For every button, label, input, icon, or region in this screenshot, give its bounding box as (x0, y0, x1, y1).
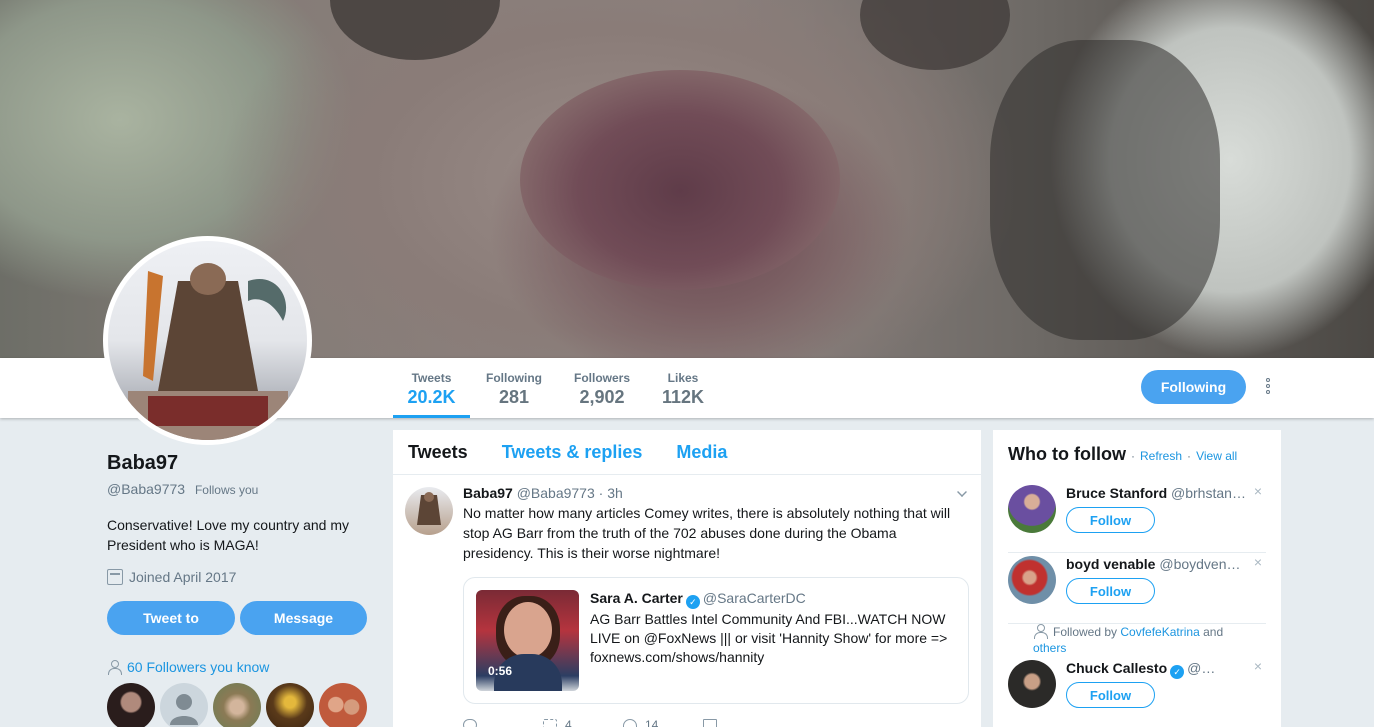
tab-media[interactable]: Media (676, 442, 727, 463)
profile-handle[interactable]: @Baba9773 (107, 481, 185, 497)
like-count: 14 (645, 718, 659, 727)
follower-avatar[interactable] (160, 683, 208, 727)
suggestion-name[interactable]: boyd venable @boydvenable (1066, 556, 1246, 572)
tweet-author-handle[interactable]: @Baba9773 (517, 485, 595, 501)
quoted-tweet-card[interactable]: 0:56 Sara A. Carter ✓ @SaraCarterDC AG Bar… (463, 577, 969, 704)
who-to-follow-title: Who to follow (1008, 444, 1126, 464)
dismiss-icon[interactable]: × (1254, 658, 1262, 674)
video-thumbnail[interactable]: 0:56 (476, 590, 579, 691)
quoted-author-name[interactable]: Sara A. Carter (590, 590, 683, 606)
joined-date: Joined April 2017 (107, 569, 369, 585)
follows-you-badge: Follows you (194, 483, 259, 497)
banner-shape (860, 0, 1010, 70)
quoted-author-handle[interactable]: @SaraCarterDC (703, 590, 806, 606)
stat-label: Followers (573, 371, 630, 385)
quoted-tweet-header: Sara A. Carter ✓ @SaraCarterDC (590, 590, 806, 609)
followers-you-know[interactable]: 60 Followers you know (107, 659, 369, 675)
video-duration: 0:56 (488, 664, 513, 678)
dm-action[interactable] (703, 718, 783, 727)
profile-handle-row: @Baba9773 Follows you (107, 481, 369, 497)
mail-icon (703, 719, 717, 727)
following-button[interactable]: Following (1141, 370, 1246, 404)
follower-avatar[interactable] (319, 683, 367, 727)
tweet[interactable]: Baba97 @Baba9773 · 3h No matter how many… (393, 475, 981, 727)
suggestion-avatar[interactable] (1008, 556, 1056, 604)
stat-value: 281 (498, 387, 530, 407)
stat-value: 20.2K (407, 387, 456, 407)
like-action[interactable]: 14 (623, 718, 703, 727)
social-proof-user-link[interactable]: CovfefeKatrina (1120, 625, 1199, 639)
default-avatar-icon (170, 694, 198, 725)
reply-icon (463, 719, 477, 727)
banner-shape (330, 0, 500, 60)
suggestion-name[interactable]: Chuck Callesto✓@ChuckCallesto (1066, 660, 1216, 679)
tweet-time[interactable]: · 3h (599, 485, 623, 501)
message-button[interactable]: Message (240, 601, 367, 635)
person-icon (1033, 624, 1048, 639)
followers-avatars (107, 683, 369, 727)
suggestion-item: Chuck Callesto✓@ChuckCallesto × Follow (1008, 658, 1266, 727)
stat-label: Likes (667, 371, 699, 385)
stat-label: Following (486, 371, 542, 385)
suggestion-avatar[interactable] (1008, 660, 1056, 708)
verified-icon: ✓ (1170, 665, 1185, 679)
stat-likes[interactable]: Likes 112K (655, 358, 711, 418)
retweet-count: 4 (565, 718, 572, 727)
suggestion-name[interactable]: Bruce Stanford @brhstanford (1066, 485, 1246, 501)
suggestion-item: Bruce Stanford @brhstanford × Follow (1008, 483, 1266, 553)
social-proof-others-link[interactable]: others (1033, 641, 1066, 655)
banner-shape (520, 70, 840, 290)
calendar-icon (107, 569, 123, 585)
retweet-action[interactable]: 4 (543, 718, 623, 727)
stat-followers[interactable]: Followers 2,902 (567, 358, 637, 418)
verified-icon: ✓ (685, 595, 700, 609)
tweet-author-name[interactable]: Baba97 (463, 485, 513, 501)
stat-value: 2,902 (579, 387, 625, 407)
follow-button[interactable]: Follow (1066, 507, 1155, 533)
quoted-tweet-text: AG Barr Battles Intel Community And FBI.… (590, 611, 948, 665)
profile-avatar[interactable] (103, 236, 312, 445)
banner-shape (990, 40, 1220, 340)
follow-button[interactable]: Follow (1066, 578, 1155, 604)
who-to-follow-header: Who to follow · Refresh · View all (1008, 444, 1238, 464)
stat-value: 112K (661, 387, 705, 407)
follower-avatar[interactable] (107, 683, 155, 727)
tab-tweets-replies[interactable]: Tweets & replies (502, 442, 643, 463)
joined-text: Joined April 2017 (129, 569, 237, 585)
timeline-tabs: Tweets Tweets & replies Media (393, 430, 981, 475)
tweet-header: Baba97 @Baba9773 · 3h (463, 485, 966, 501)
timeline: Tweets Tweets & replies Media Baba97 @Ba… (393, 430, 981, 727)
followers-you-know-link[interactable]: 60 Followers you know (127, 659, 269, 675)
retweet-icon (543, 719, 557, 727)
profile-actions: Tweet to Message (107, 601, 369, 635)
stat-label: Tweets (411, 371, 452, 385)
tab-tweets[interactable]: Tweets (408, 442, 468, 463)
stat-tweets[interactable]: Tweets 20.2K (393, 358, 470, 418)
suggestion-item: boyd venable @boydvenable × Follow (1008, 554, 1266, 624)
tweet-to-button[interactable]: Tweet to (107, 601, 235, 635)
tweet-actions: 4 14 (463, 718, 966, 727)
who-to-follow: Who to follow · Refresh · View all Bruce… (993, 430, 1281, 727)
follow-button[interactable]: Follow (1066, 682, 1155, 708)
more-options-icon[interactable] (1262, 376, 1274, 400)
person-icon (107, 660, 122, 675)
social-proof: Followed by CovfefeKatrina and others (1033, 624, 1224, 655)
reply-action[interactable] (463, 718, 543, 727)
dismiss-icon[interactable]: × (1254, 554, 1262, 570)
profile-name[interactable]: Baba97 (107, 452, 369, 475)
tweet-avatar[interactable] (405, 487, 453, 535)
tweet-avatar-image (417, 492, 441, 525)
view-all-link[interactable]: View all (1196, 449, 1237, 463)
heart-icon (623, 719, 637, 727)
stat-following[interactable]: Following 281 (478, 358, 550, 418)
refresh-link[interactable]: Refresh (1140, 449, 1182, 463)
suggestion-avatar[interactable] (1008, 485, 1056, 533)
tweet-text: No matter how many articles Comey writes… (463, 505, 951, 561)
follower-avatar[interactable] (213, 683, 261, 727)
follower-avatar[interactable] (266, 683, 314, 727)
profile-bio: Conservative! Love my country and my Pre… (107, 517, 349, 553)
profile-sidebar: Baba97 @Baba9773 Follows you Conservativ… (107, 452, 369, 727)
dismiss-icon[interactable]: × (1254, 483, 1262, 499)
avatar-image (128, 263, 288, 440)
